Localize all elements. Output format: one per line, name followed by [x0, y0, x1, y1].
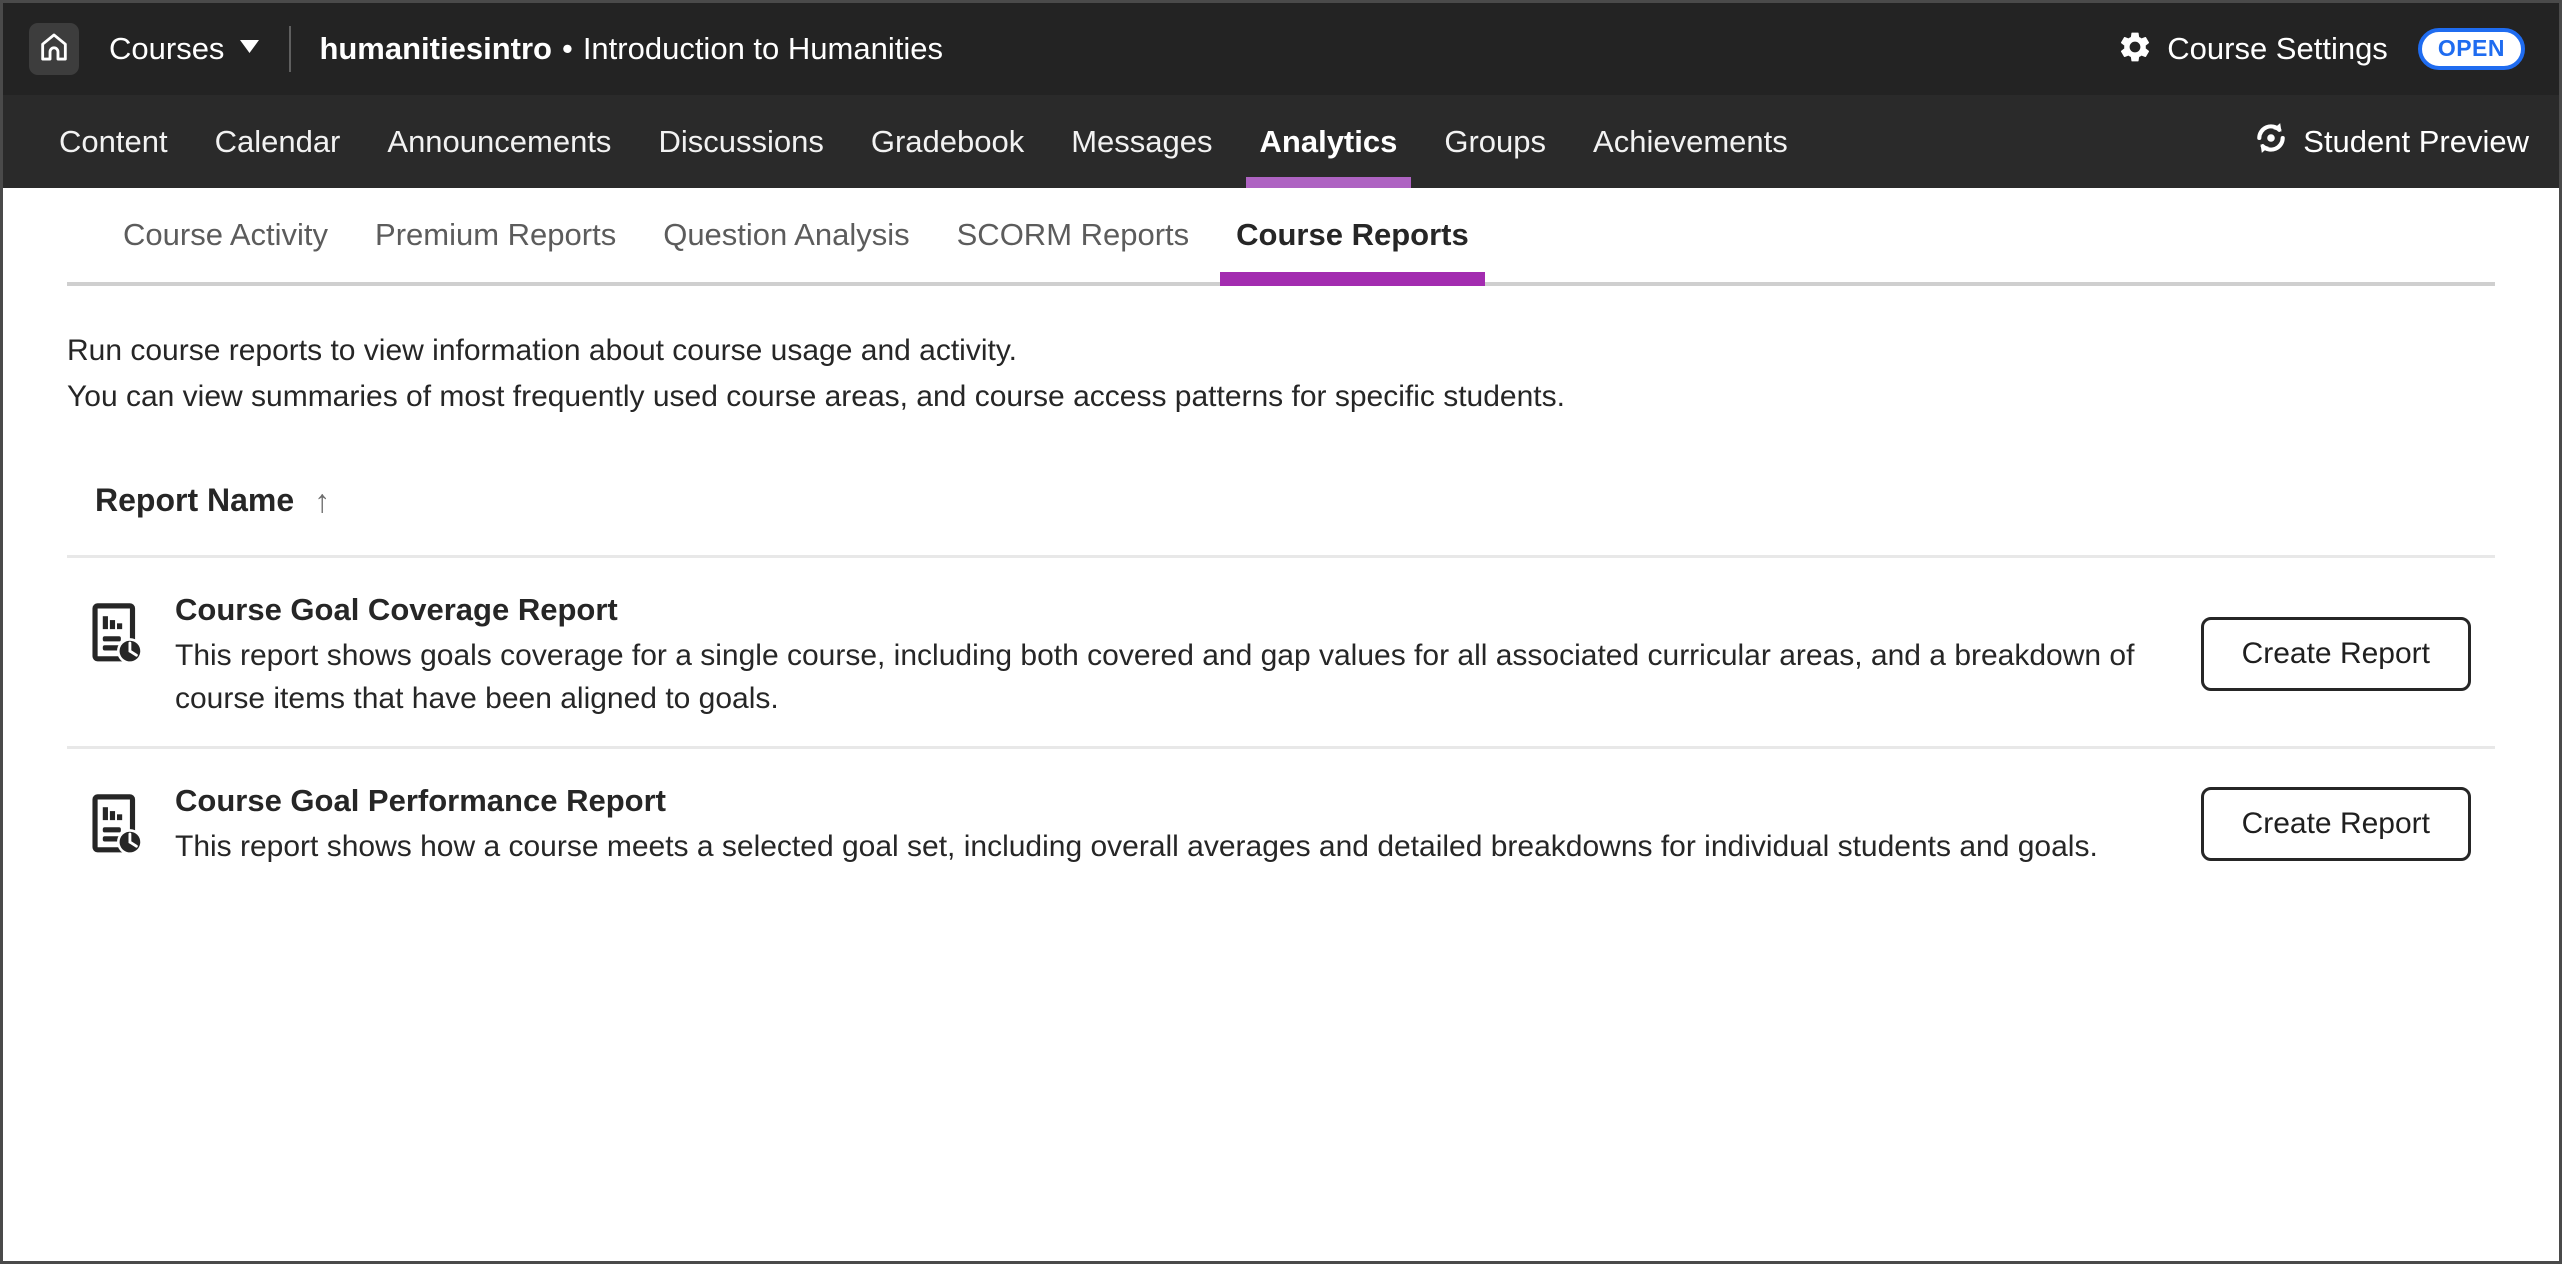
- home-icon: [37, 29, 71, 70]
- page-description: Run course reports to view information a…: [67, 286, 2495, 420]
- analytics-subnav: Course Activity Premium Reports Question…: [3, 188, 2559, 286]
- nav-tabs: Content Calendar Announcements Discussio…: [59, 95, 1788, 188]
- subtab-premium-reports[interactable]: Premium Reports: [375, 188, 616, 282]
- tab-gradebook[interactable]: Gradebook: [871, 95, 1024, 188]
- report-table: Report Name ↑ Course Goal Coverage Re: [67, 482, 2495, 894]
- report-document-chart-icon: [91, 588, 143, 669]
- chevron-down-icon: [240, 40, 259, 58]
- course-settings-button[interactable]: Course Settings: [2117, 29, 2388, 70]
- open-status-badge[interactable]: OPEN: [2418, 28, 2525, 70]
- tab-announcements[interactable]: Announcements: [387, 95, 611, 188]
- topbar-right: Course Settings OPEN: [2117, 28, 2525, 70]
- tab-discussions[interactable]: Discussions: [658, 95, 823, 188]
- report-info: Course Goal Performance Report This repo…: [175, 779, 2098, 868]
- browser-viewport: Courses humanitiesintro • Introduction to …: [0, 0, 2562, 1264]
- page-description-line2: You can view summaries of most frequentl…: [67, 374, 2495, 420]
- course-settings-label: Course Settings: [2167, 31, 2388, 67]
- table-row: Course Goal Coverage Report This report …: [67, 558, 2495, 749]
- tab-messages[interactable]: Messages: [1071, 95, 1212, 188]
- report-name-header-label: Report Name: [95, 482, 294, 519]
- report-document-chart-icon: [91, 779, 143, 860]
- student-preview-button[interactable]: Student Preview: [2252, 95, 2529, 188]
- tab-achievements[interactable]: Achievements: [1593, 95, 1788, 188]
- course-id: humanitiesintro: [319, 31, 552, 66]
- course-title-separator: •: [562, 31, 573, 66]
- student-preview-label: Student Preview: [2303, 124, 2529, 160]
- create-report-button[interactable]: Create Report: [2201, 787, 2471, 861]
- subtab-scorm-reports[interactable]: SCORM Reports: [957, 188, 1190, 282]
- topbar-divider: [289, 26, 291, 72]
- tab-analytics[interactable]: Analytics: [1260, 95, 1398, 188]
- course-title: humanitiesintro • Introduction to Humaniti…: [319, 31, 943, 67]
- report-action: Create Report: [2201, 787, 2471, 861]
- subtab-course-reports[interactable]: Course Reports: [1236, 188, 1469, 282]
- tab-content[interactable]: Content: [59, 95, 168, 188]
- refresh-swap-icon: [2252, 119, 2290, 165]
- gear-icon: [2117, 29, 2153, 70]
- page-description-line1: Run course reports to view information a…: [67, 328, 2495, 374]
- report-description: This report shows goals coverage for a s…: [175, 634, 2175, 720]
- report-info: Course Goal Coverage Report This report …: [175, 588, 2175, 720]
- tab-calendar[interactable]: Calendar: [215, 95, 341, 188]
- tab-groups[interactable]: Groups: [1444, 95, 1546, 188]
- subtab-course-activity[interactable]: Course Activity: [123, 188, 328, 282]
- report-action: Create Report: [2201, 617, 2471, 691]
- courses-dropdown-label: Courses: [109, 31, 224, 67]
- report-title: Course Goal Performance Report: [175, 779, 2098, 823]
- report-description: This report shows how a course meets a s…: [175, 825, 2098, 868]
- course-nav-bar: Content Calendar Announcements Discussio…: [3, 95, 2559, 188]
- create-report-button[interactable]: Create Report: [2201, 617, 2471, 691]
- table-row: Course Goal Performance Report This repo…: [67, 749, 2495, 894]
- course-name: Introduction to Humanities: [583, 31, 943, 66]
- subtab-question-analysis[interactable]: Question Analysis: [663, 188, 909, 282]
- sort-ascending-arrow-icon: ↑: [314, 485, 330, 517]
- top-bar: Courses humanitiesintro • Introduction to …: [3, 3, 2559, 95]
- home-button[interactable]: [29, 23, 79, 75]
- report-title: Course Goal Coverage Report: [175, 588, 2175, 632]
- courses-dropdown[interactable]: Courses: [109, 31, 259, 67]
- report-name-column-header[interactable]: Report Name ↑: [67, 482, 2495, 558]
